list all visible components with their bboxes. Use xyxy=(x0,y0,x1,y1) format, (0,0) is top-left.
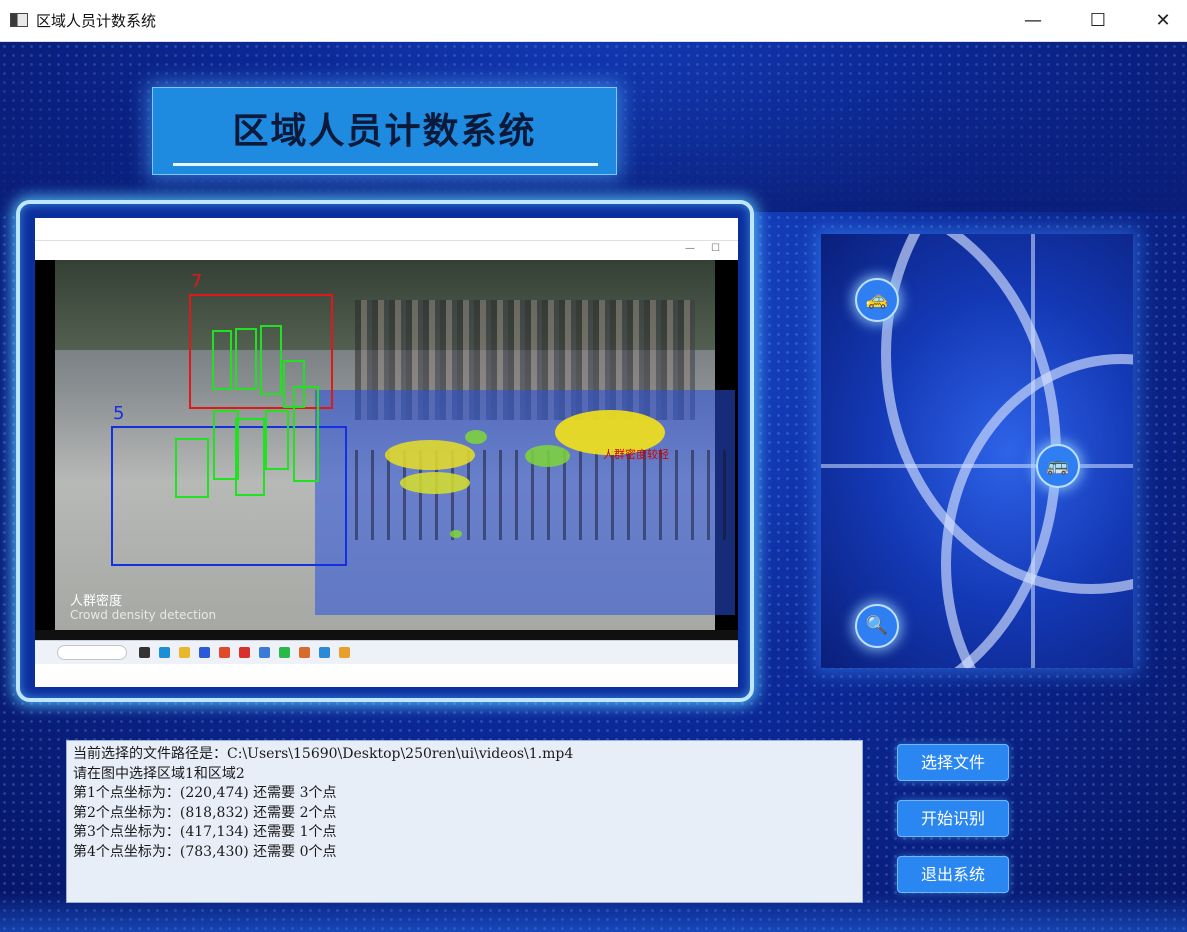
taskbar-icon xyxy=(139,647,150,658)
road-line xyxy=(1031,234,1035,668)
scene-image: 7 5 人群密度较轻 人群密度 Crowd density detection xyxy=(55,260,735,630)
heat-blob xyxy=(450,530,462,538)
region-count-red: 7 xyxy=(191,271,203,292)
taskbar-icon xyxy=(159,647,170,658)
video-bottom-area xyxy=(35,664,738,687)
taskbar-icon xyxy=(179,647,190,658)
density-label: 人群密度较轻 xyxy=(603,448,669,461)
maximize-button[interactable]: ☐ xyxy=(1075,6,1121,36)
header-banner: 区域人员计数系统 xyxy=(152,87,617,175)
taskbar-icon xyxy=(279,647,290,658)
car-icon: 🚕 xyxy=(855,278,899,322)
city-decoration-image: 🚕 🚌 🔍 xyxy=(821,234,1133,668)
person-box xyxy=(265,410,289,470)
taskbar-icon xyxy=(319,647,330,658)
minimize-button[interactable]: — xyxy=(1010,6,1056,36)
video-caption-cn: 人群密度 xyxy=(70,594,123,609)
log-line: 第2个点坐标为：(818,832) 还需要 2个点 xyxy=(73,804,337,821)
video-minimize-icon: — xyxy=(685,243,695,254)
log-line: 请在图中选择区域1和区域2 xyxy=(73,765,245,782)
video-taskbar xyxy=(35,640,738,664)
road-line xyxy=(821,464,1133,468)
taskbar-icon xyxy=(219,647,230,658)
person-box xyxy=(212,330,232,390)
taskbar-icon xyxy=(259,647,270,658)
video-scene: 7 5 人群密度较轻 人群密度 Crowd density detection xyxy=(35,260,738,630)
close-button[interactable]: ✕ xyxy=(1140,6,1186,36)
select-file-button[interactable]: 选择文件 xyxy=(897,744,1009,781)
log-line: 第3个点坐标为：(417,134) 还需要 1个点 xyxy=(73,824,337,840)
taskbar-search xyxy=(57,645,127,660)
video-caption-en: Crowd density detection xyxy=(70,608,217,622)
start-recognition-button[interactable]: 开始识别 xyxy=(897,800,1009,837)
heat-blob xyxy=(465,430,487,444)
video-display[interactable]: — ☐ 7 5 人群密度较轻 人群密度 Crowd density detect… xyxy=(35,218,738,687)
taskbar-icon xyxy=(239,647,250,658)
log-line: 当前选择的文件路径是：C:\Users\15690\Desktop\250ren… xyxy=(73,746,574,762)
window-title: 区域人员计数系统 xyxy=(36,12,157,30)
window-titlebar: 区域人员计数系统 — ☐ ✕ xyxy=(0,0,1187,42)
page-title: 区域人员计数系统 xyxy=(232,111,537,152)
title-underline xyxy=(173,163,598,166)
heat-blob xyxy=(525,445,570,467)
bus-icon: 🚌 xyxy=(1036,444,1080,488)
person-box xyxy=(175,438,209,498)
person-box xyxy=(235,328,257,390)
video-maximize-icon: ☐ xyxy=(711,243,720,254)
heat-blob xyxy=(400,472,470,494)
heat-blob xyxy=(385,440,475,470)
taskbar-icon xyxy=(339,647,350,658)
taskbar-icon xyxy=(299,647,310,658)
person-box xyxy=(235,418,265,496)
region-count-blue: 5 xyxy=(113,403,125,424)
search-icon: 🔍 xyxy=(855,604,899,648)
exit-system-button[interactable]: 退出系统 xyxy=(897,856,1009,893)
app-icon xyxy=(10,13,28,27)
person-box xyxy=(260,325,282,395)
video-controls xyxy=(35,630,738,640)
log-line: 第1个点坐标为：(220,474) 还需要 3个点 xyxy=(73,785,337,801)
taskbar-icon xyxy=(199,647,210,658)
person-box xyxy=(293,386,319,482)
log-textbox[interactable]: 当前选择的文件路径是：C:\Users\15690\Desktop\250ren… xyxy=(66,740,863,903)
video-window-bar: — ☐ xyxy=(35,240,738,260)
log-line: 第4个点坐标为：(783,430) 还需要 0个点 xyxy=(73,843,337,860)
